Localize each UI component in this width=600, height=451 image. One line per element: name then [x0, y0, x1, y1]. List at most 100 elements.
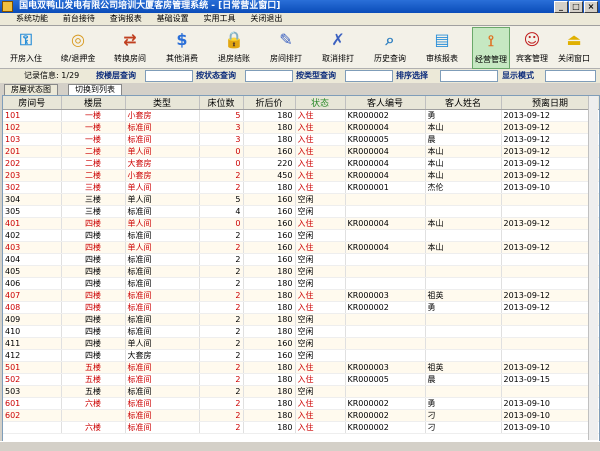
toolbar-button-6[interactable]: ✎ 房间排打 [264, 27, 308, 67]
maximize-button[interactable]: □ [569, 1, 583, 13]
table-row[interactable]: 501 五楼 标准间 2 180 入住 KR000003 祖英 2013-09-12 [3, 361, 599, 374]
close-button[interactable]: × [584, 1, 598, 13]
table-row[interactable]: 406 四楼 标准间 2 180 空闲 [3, 277, 599, 290]
cell-type: 标准间 [125, 397, 200, 410]
column-guest-id[interactable]: 客人编号 [345, 96, 426, 110]
toolbar-button-7[interactable]: ✗ 取消排打 [316, 27, 360, 67]
cell-price: 180 [243, 109, 296, 122]
cell-beds: 2 [199, 241, 244, 254]
table-row[interactable]: 412 四楼 大套房 2 160 空闲 [3, 349, 599, 362]
column-floor[interactable]: 楼层 [61, 96, 126, 110]
menu-front-desk[interactable]: 前台接待 [57, 13, 101, 25]
cell-price: 180 [243, 373, 296, 386]
display-mode-select[interactable] [545, 70, 596, 82]
table-row[interactable]: 302 三楼 单人间 2 180 入住 KR000001 杰伦 2013-09-10 [3, 181, 599, 194]
toolbar-button-2[interactable]: ◎ 续/退押金 [56, 27, 100, 67]
minimize-button[interactable]: _ [554, 1, 568, 13]
cell-status: 空闲 [295, 265, 346, 278]
table-row[interactable]: 405 四楼 标准间 2 180 空闲 [3, 265, 599, 278]
toolbar-button-12[interactable]: ⏏ 关闭窗口 [552, 27, 596, 67]
vertical-scrollbar[interactable] [588, 96, 598, 440]
cell-price: 450 [243, 169, 296, 182]
column-guest-name[interactable]: 客人姓名 [425, 96, 502, 110]
cell-departure-date [501, 313, 599, 326]
table-row[interactable]: 401 四楼 单人间 0 160 入住 KR000004 本山 2013-09-12 [3, 217, 599, 230]
type-filter-input[interactable] [345, 70, 393, 82]
table-row[interactable]: 601 六楼 标准间 2 180 入住 KR000002 勇 2013-09-10 [3, 397, 599, 410]
tab-room-status-map[interactable]: 房屋状态图 [4, 84, 58, 95]
cell-room-number: 406 [3, 277, 62, 290]
table-row[interactable]: 101 一楼 小套房 5 180 入住 KR000002 勇 2013-09-12 [3, 109, 599, 122]
tab-list-view[interactable]: 切换到列表 [68, 84, 122, 95]
toolbar-button-3[interactable]: ⇄ 转换房间 [108, 27, 152, 67]
cell-room-number: 411 [3, 337, 62, 350]
table-row[interactable]: 202 二楼 大套房 0 220 入住 KR000004 本山 2013-09-12 [3, 157, 599, 170]
table-row[interactable]: 402 四楼 标准间 2 160 空闲 [3, 229, 599, 242]
cell-guest-id: KR000002 [345, 421, 426, 434]
column-beds[interactable]: 床位数 [199, 96, 244, 110]
cell-floor: 四楼 [61, 289, 126, 302]
cell-guest-id: KR000002 [345, 409, 426, 422]
display-mode-label: 显示模式 [502, 71, 534, 80]
table-row[interactable]: 411 四楼 单人间 2 160 空闲 [3, 337, 599, 350]
sort-select[interactable] [440, 70, 498, 82]
cell-guest-id [345, 265, 426, 278]
menu-reports[interactable]: 查询报表 [104, 13, 148, 25]
table-row[interactable]: 409 四楼 标准间 2 180 空闲 [3, 313, 599, 326]
table-row[interactable]: 304 三楼 单人间 5 160 空闲 [3, 193, 599, 206]
cell-floor: 四楼 [61, 253, 126, 266]
toolbar-button-8[interactable]: ⌕ 历史查询 [368, 27, 412, 67]
column-room-number[interactable]: 房间号 [3, 96, 62, 110]
cell-guest-name [425, 277, 502, 290]
cell-beds: 2 [199, 289, 244, 302]
cell-type: 标准间 [125, 325, 200, 338]
cell-guest-id: KR000005 [345, 133, 426, 146]
cell-floor: 四楼 [61, 337, 126, 350]
table-row[interactable]: 602 标准间 2 180 入住 KR000002 刁 2013-09-10 [3, 409, 599, 422]
table-row[interactable]: 408 四楼 标准间 2 180 入住 KR000002 勇 2013-09-12 [3, 301, 599, 314]
toolbar-button-10[interactable]: ⟟ 经营管理 [472, 27, 510, 69]
cell-guest-id: KR000001 [345, 181, 426, 194]
menu-exit[interactable]: 关闭退出 [244, 13, 288, 25]
table-row[interactable]: 102 一楼 标准间 3 180 入住 KR000004 本山 2013-09-12 [3, 121, 599, 134]
toolbar-button-11[interactable]: ☺ 宾客管理 [510, 27, 554, 67]
cell-room-number: 404 [3, 253, 62, 266]
table-row[interactable]: 305 三楼 标准间 4 160 空闲 [3, 205, 599, 218]
table-row[interactable]: 410 四楼 标准间 2 180 空闲 [3, 325, 599, 338]
cell-departure-date [501, 325, 599, 338]
cell-floor: 四楼 [61, 325, 126, 338]
toolbar-button-5[interactable]: 🔒 退房结账 [212, 27, 256, 67]
cell-beds: 2 [199, 349, 244, 362]
table-row[interactable]: 201 二楼 单人间 0 160 入住 KR000004 本山 2013-09-12 [3, 145, 599, 158]
column-type[interactable]: 类型 [125, 96, 200, 110]
table-row[interactable]: 203 二楼 小套房 2 450 入住 KR000004 本山 2013-09-12 [3, 169, 599, 182]
cell-status: 入住 [295, 421, 346, 434]
column-price[interactable]: 折后价 [243, 96, 296, 110]
cell-beds: 3 [199, 133, 244, 146]
cell-type: 标准间 [125, 409, 200, 422]
cell-guest-name: 刁 [425, 409, 502, 422]
table-row[interactable]: 503 五楼 标准间 2 180 空闲 [3, 385, 599, 398]
toolbar-button-1[interactable]: ⚿ 开房入住 [4, 27, 48, 67]
cell-guest-id: KR000002 [345, 397, 426, 410]
toolbar-button-4[interactable]: $ 其他消费 [160, 27, 204, 67]
table-header: 房间号 楼层 类型 床位数 折后价 状态 客人编号 客人姓名 预离日期 [3, 96, 599, 110]
menu-tools[interactable]: 实用工具 [198, 13, 242, 25]
table-row[interactable]: 502 五楼 标准间 2 180 入住 KR000005 晨 2013-09-15 [3, 373, 599, 386]
cell-beds: 2 [199, 361, 244, 374]
menu-basic-settings[interactable]: 基础设置 [151, 13, 195, 25]
cell-status: 入住 [295, 181, 346, 194]
toolbar-button-9[interactable]: ▤ 审核报表 [420, 27, 464, 67]
column-departure-date[interactable]: 预离日期 [501, 96, 599, 110]
floor-filter-input[interactable] [145, 70, 193, 82]
table-row[interactable]: 103 一楼 标准间 3 180 入住 KR000005 晨 2013-09-12 [3, 133, 599, 146]
app-icon [2, 1, 13, 12]
table-row[interactable]: 404 四楼 标准间 2 160 空闲 [3, 253, 599, 266]
status-filter-input[interactable] [245, 70, 293, 82]
table-row[interactable]: 407 四楼 标准间 2 180 入住 KR000003 祖英 2013-09-12 [3, 289, 599, 302]
cell-departure-date: 2013-09-12 [501, 109, 599, 122]
table-row[interactable]: 六楼 标准间 2 180 入住 KR000002 刁 2013-09-10 [3, 421, 599, 434]
table-row[interactable]: 403 四楼 单人间 2 160 入住 KR000004 本山 2013-09-12 [3, 241, 599, 254]
menu-system[interactable]: 系统功能 [0, 13, 54, 25]
column-status[interactable]: 状态 [295, 96, 346, 110]
